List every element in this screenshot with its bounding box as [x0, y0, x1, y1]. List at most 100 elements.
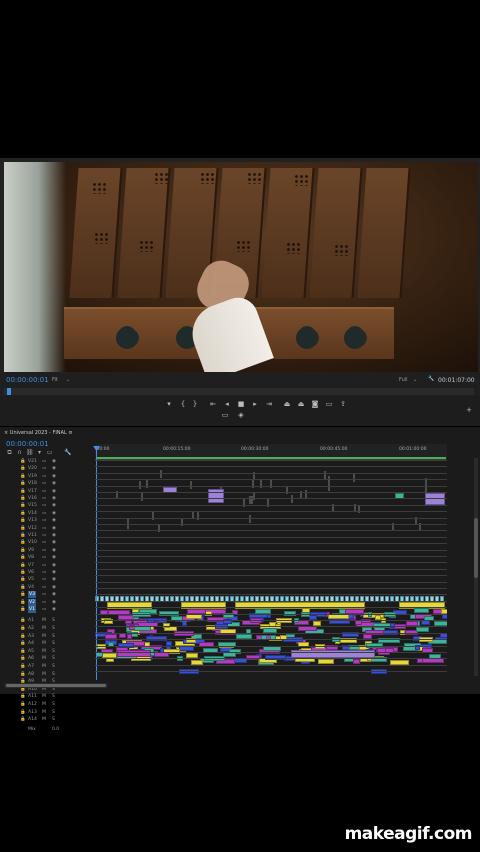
timeline-clip[interactable] [251, 480, 254, 489]
lock-icon[interactable]: 🔒 [20, 576, 26, 583]
track-header-mix[interactable]: Mix 0.0 [0, 726, 94, 733]
lift-icon[interactable]: ⏏ [282, 399, 292, 409]
track-header-a3[interactable]: 🔒 A3 M S [0, 633, 94, 640]
track-header-v9[interactable]: 🔒 V9 ▭ ◉ [0, 547, 94, 554]
timeline-clip[interactable] [441, 614, 447, 620]
lock-icon[interactable]: 🔒 [20, 633, 26, 640]
track-header-a7[interactable]: 🔒 A7 M S [0, 663, 94, 670]
monitor-playhead[interactable] [7, 388, 11, 395]
solo-icon[interactable]: S [52, 709, 55, 716]
track-header-v16[interactable]: 🔒 V16 ▭ ◉ [0, 495, 94, 502]
track-header-v20[interactable]: 🔒 V20 ▭ ◉ [0, 465, 94, 472]
sync-icon[interactable]: ▭ [42, 562, 46, 569]
track-header-a2[interactable]: 🔒 A2 M S [0, 625, 94, 632]
lock-icon[interactable]: 🔒 [20, 709, 26, 716]
track-header-v1[interactable]: 🔒 V1 ▭ ◉ [0, 606, 94, 613]
track-header-a8[interactable]: 🔒 A8 M S [0, 671, 94, 678]
add-button-icon[interactable]: + [464, 405, 474, 415]
track-header-v8[interactable]: 🔒 V8 ▭ ◉ [0, 554, 94, 561]
mute-icon[interactable]: M [42, 617, 46, 624]
track-header-v2[interactable]: 🔒 V2 ▭ ◉ [0, 598, 94, 606]
sequence-tab[interactable]: × Universal 2023 - FINAL ≡ [4, 430, 73, 436]
eye-icon[interactable]: ◉ [52, 488, 56, 495]
lock-icon[interactable]: 🔒 [20, 458, 26, 465]
sync-icon[interactable]: ▭ [42, 591, 46, 598]
safe-margins-icon[interactable]: ▭ [220, 410, 230, 420]
sync-icon[interactable]: ▭ [42, 547, 46, 554]
eye-icon[interactable]: ◉ [52, 510, 56, 517]
eye-icon[interactable]: ◉ [52, 495, 56, 502]
lock-icon[interactable]: 🔒 [20, 640, 26, 647]
eye-icon[interactable]: ◉ [52, 517, 56, 524]
timeline-clip[interactable] [196, 512, 199, 521]
mute-icon[interactable]: M [42, 663, 46, 670]
solo-icon[interactable]: S [52, 701, 55, 708]
horizontal-zoom-scrollbar[interactable] [4, 683, 108, 688]
eye-icon[interactable]: ◉ [52, 584, 56, 591]
mark-out-icon[interactable]: } [190, 399, 200, 409]
track-header-v4[interactable]: 🔒 V4 ▭ ◉ [0, 584, 94, 591]
track-header-a13[interactable]: 🔒 A13 M S [0, 709, 94, 716]
mute-icon[interactable]: M [42, 640, 46, 647]
lock-icon[interactable]: 🔒 [20, 569, 26, 576]
timeline-clip[interactable] [179, 646, 195, 652]
solo-icon[interactable]: S [52, 617, 55, 624]
lock-icon[interactable]: 🔒 [20, 480, 26, 487]
lock-icon[interactable]: 🔒 [20, 625, 26, 632]
lock-icon[interactable]: 🔒 [20, 663, 26, 670]
track-header-a11[interactable]: 🔒 A11 M S [0, 693, 94, 700]
mute-icon[interactable]: M [42, 648, 46, 655]
lock-icon[interactable]: 🔒 [20, 532, 26, 539]
lock-icon[interactable]: 🔒 [20, 539, 26, 546]
sync-icon[interactable]: ▭ [42, 517, 46, 524]
lock-icon[interactable]: 🔒 [20, 693, 26, 700]
track-header-v13[interactable]: 🔒 V13 ▭ ◉ [0, 517, 94, 524]
go-to-in-icon[interactable]: ⇤ [208, 399, 218, 409]
timeline-clip[interactable] [352, 659, 361, 665]
sync-icon[interactable]: ▭ [42, 495, 46, 502]
lock-icon[interactable]: 🔒 [20, 617, 26, 624]
sync-icon[interactable]: ▭ [42, 539, 46, 546]
sync-icon[interactable]: ▭ [42, 488, 46, 495]
eye-icon[interactable]: ◉ [52, 539, 56, 546]
track-header-v11[interactable]: 🔒 V11 ▭ ◉ [0, 532, 94, 539]
eye-icon[interactable]: ◉ [52, 554, 56, 561]
linked-selection-icon[interactable]: ⛓ [26, 449, 34, 456]
track-header-a6[interactable]: 🔒 A6 M S [0, 655, 94, 662]
lock-icon[interactable]: 🔒 [20, 655, 26, 662]
eye-icon[interactable]: ◉ [52, 458, 56, 465]
sync-icon[interactable]: ▭ [42, 510, 46, 517]
wrench-icon[interactable]: 🔧 [64, 449, 71, 456]
lock-icon[interactable]: 🔒 [20, 547, 26, 554]
track-header-v17[interactable]: 🔒 V17 ▭ ◉ [0, 488, 94, 495]
mute-icon[interactable]: M [42, 671, 46, 678]
scroll-thumb[interactable] [474, 518, 478, 578]
chevron-down-icon[interactable]: ⌄ [413, 377, 417, 383]
track-header-v10[interactable]: 🔒 V10 ▭ ◉ [0, 539, 94, 546]
mix-value[interactable]: 0.0 [52, 726, 59, 733]
eye-icon[interactable]: ◉ [52, 480, 56, 487]
lock-icon[interactable]: 🔒 [20, 554, 26, 561]
track-header-v5[interactable]: 🔒 V5 ▭ ◉ [0, 576, 94, 583]
track-header-v3[interactable]: 🔒 V3 ▭ ◉ [0, 591, 94, 599]
track-header-v15[interactable]: 🔒 V15 ▭ ◉ [0, 502, 94, 509]
timeline-clip[interactable] [269, 480, 272, 489]
sync-icon[interactable]: ▭ [42, 502, 46, 509]
lock-icon[interactable]: 🔒 [20, 510, 26, 517]
sync-icon[interactable]: ▭ [42, 576, 46, 583]
chevron-down-icon[interactable]: ⌄ [66, 377, 70, 383]
work-area-bar[interactable] [96, 457, 446, 459]
eye-icon[interactable]: ◉ [52, 591, 56, 598]
track-header-a14[interactable]: 🔒 A14 M S [0, 716, 94, 723]
solo-icon[interactable]: S [52, 655, 55, 662]
mute-icon[interactable]: M [42, 693, 46, 700]
sync-icon[interactable]: ▭ [42, 473, 46, 480]
track-header-v18[interactable]: 🔒 V18 ▭ ◉ [0, 480, 94, 487]
timeline-clip[interactable] [318, 658, 335, 664]
eye-icon[interactable]: ◉ [52, 525, 56, 532]
lock-icon[interactable]: 🔒 [20, 495, 26, 502]
wrench-icon[interactable]: 🔧 [428, 376, 434, 382]
program-timecode[interactable]: 00:00:00:01 [6, 376, 49, 384]
track-header-v19[interactable]: 🔒 V19 ▭ ◉ [0, 473, 94, 480]
timeline-clip[interactable] [185, 614, 203, 620]
